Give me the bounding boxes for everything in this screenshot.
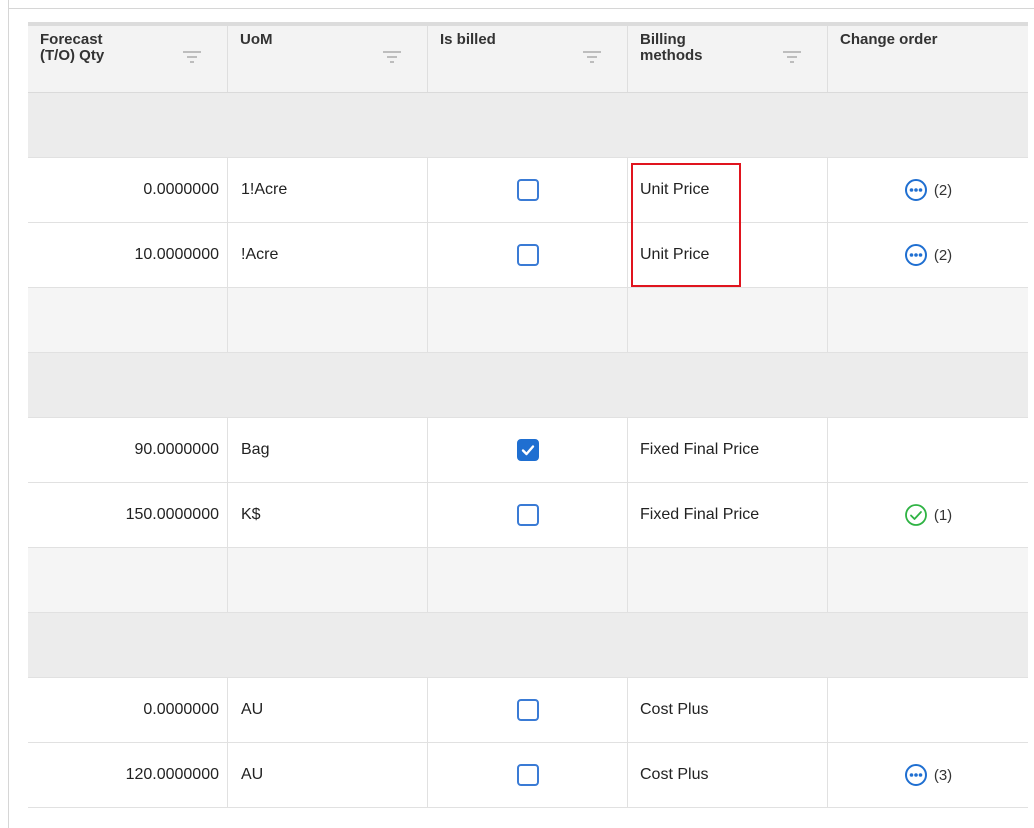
subtotal-row[interactable] xyxy=(28,288,1028,353)
frame-top-border xyxy=(8,8,1034,9)
filter-icon[interactable] xyxy=(183,50,201,64)
cell-change-order: (3) xyxy=(828,743,1028,807)
is-billed-checkbox[interactable] xyxy=(516,504,539,526)
header-uom[interactable]: UoM xyxy=(228,26,428,92)
cell-billing-method[interactable]: Cost Plus xyxy=(628,678,828,742)
cell-is-billed xyxy=(428,548,628,612)
cell-change-order xyxy=(828,288,1028,352)
filter-icon[interactable] xyxy=(783,50,801,64)
is-billed-checkbox[interactable] xyxy=(516,764,539,786)
cell-is-billed xyxy=(428,223,628,287)
cell-is-billed xyxy=(428,418,628,482)
header-label: UoM xyxy=(240,31,273,48)
is-billed-checkbox[interactable] xyxy=(516,244,539,266)
cell-uom[interactable]: AU xyxy=(228,678,428,742)
table-row[interactable]: 10.0000000 !Acre Unit Price (2) xyxy=(28,223,1028,288)
group-row[interactable] xyxy=(28,613,1028,678)
header-change-order[interactable]: Change order xyxy=(828,26,1028,92)
cell-is-billed xyxy=(428,483,628,547)
cell-uom[interactable]: K$ xyxy=(228,483,428,547)
cell-forecast-qty[interactable]: 150.0000000 xyxy=(28,483,228,547)
cell-change-order: (2) xyxy=(828,158,1028,222)
change-order-indicator[interactable]: (2) xyxy=(904,243,952,267)
more-circle-icon[interactable] xyxy=(904,763,928,787)
cell-change-order: (2) xyxy=(828,223,1028,287)
cell-uom[interactable]: AU xyxy=(228,743,428,807)
cell-is-billed xyxy=(428,743,628,807)
header-label: Forecast xyxy=(40,31,103,48)
cell-billing-method[interactable]: Unit Price xyxy=(628,158,828,222)
change-order-count: (3) xyxy=(933,766,953,784)
table-row[interactable]: 0.0000000 1!Acre Unit Price (2) xyxy=(28,158,1028,223)
more-circle-icon[interactable] xyxy=(904,178,928,202)
cell-is-billed xyxy=(428,678,628,742)
header-label: Change order xyxy=(840,31,938,48)
table-row[interactable]: 120.0000000 AU Cost Plus (3) xyxy=(28,743,1028,808)
cell-billing-method[interactable] xyxy=(628,548,828,612)
cell-forecast-qty[interactable]: 0.0000000 xyxy=(28,158,228,222)
cell-forecast-qty[interactable]: 0.0000000 xyxy=(28,678,228,742)
table-row[interactable]: 0.0000000 AU Cost Plus xyxy=(28,678,1028,743)
cell-billing-method[interactable]: Fixed Final Price xyxy=(628,418,828,482)
is-billed-checkbox[interactable] xyxy=(516,699,539,721)
cell-change-order xyxy=(828,418,1028,482)
change-order-indicator[interactable]: (1) xyxy=(904,503,952,527)
cell-billing-method[interactable]: Unit Price xyxy=(628,223,828,287)
cell-billing-method[interactable] xyxy=(628,288,828,352)
change-order-count: (2) xyxy=(933,181,953,199)
cell-change-order xyxy=(828,548,1028,612)
check-circle-icon[interactable] xyxy=(904,503,928,527)
is-billed-checkbox[interactable] xyxy=(516,439,539,461)
subtotal-row[interactable] xyxy=(28,548,1028,613)
cell-uom[interactable]: Bag xyxy=(228,418,428,482)
change-order-count: (2) xyxy=(933,246,953,264)
cell-billing-method[interactable]: Cost Plus xyxy=(628,743,828,807)
cell-forecast-qty[interactable]: 10.0000000 xyxy=(28,223,228,287)
cell-forecast-qty[interactable] xyxy=(28,548,228,612)
header-label: Billing xyxy=(640,31,686,48)
group-row[interactable] xyxy=(28,353,1028,418)
is-billed-checkbox[interactable] xyxy=(516,179,539,201)
group-row[interactable] xyxy=(28,93,1028,158)
filter-icon[interactable] xyxy=(383,50,401,64)
more-circle-icon[interactable] xyxy=(904,243,928,267)
header-billing-methods[interactable]: Billing methods xyxy=(628,26,828,92)
grid-header: Forecast (T/O) Qty UoM Is billed Billing… xyxy=(28,22,1028,93)
header-is-billed[interactable]: Is billed xyxy=(428,26,628,92)
header-label: Is billed xyxy=(440,31,496,48)
table-row[interactable]: 90.0000000 Bag Fixed Final Price xyxy=(28,418,1028,483)
cell-forecast-qty[interactable] xyxy=(28,288,228,352)
cell-uom[interactable]: 1!Acre xyxy=(228,158,428,222)
change-order-indicator[interactable]: (3) xyxy=(904,763,952,787)
change-order-indicator[interactable]: (2) xyxy=(904,178,952,202)
checkmark-icon xyxy=(521,445,534,456)
header-forecast-qty[interactable]: Forecast (T/O) Qty xyxy=(28,26,228,92)
filter-icon[interactable] xyxy=(583,50,601,64)
frame-left-border xyxy=(8,0,9,828)
cell-change-order: (1) xyxy=(828,483,1028,547)
cell-is-billed xyxy=(428,158,628,222)
cell-billing-method[interactable]: Fixed Final Price xyxy=(628,483,828,547)
billing-grid: Forecast (T/O) Qty UoM Is billed Billing… xyxy=(28,22,1028,828)
cell-uom[interactable] xyxy=(228,288,428,352)
cell-uom[interactable]: !Acre xyxy=(228,223,428,287)
table-row[interactable]: 150.0000000 K$ Fixed Final Price (1) xyxy=(28,483,1028,548)
cell-forecast-qty[interactable]: 120.0000000 xyxy=(28,743,228,807)
cell-is-billed xyxy=(428,288,628,352)
cell-uom[interactable] xyxy=(228,548,428,612)
grid-body: 0.0000000 1!Acre Unit Price (2) 10.0000000 !A… xyxy=(28,93,1028,808)
cell-change-order xyxy=(828,678,1028,742)
change-order-count: (1) xyxy=(933,506,953,524)
cell-forecast-qty[interactable]: 90.0000000 xyxy=(28,418,228,482)
